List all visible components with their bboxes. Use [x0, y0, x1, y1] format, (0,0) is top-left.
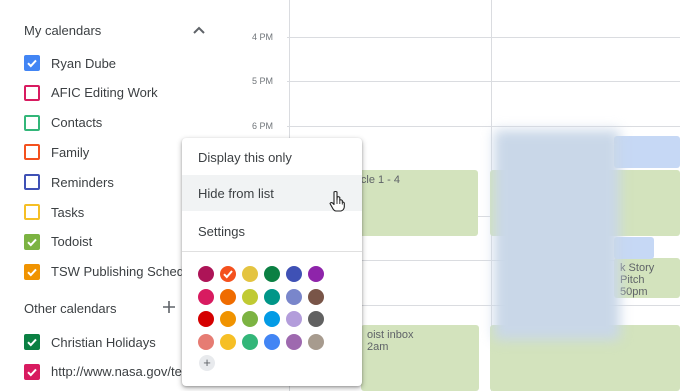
- calendar-label: Christian Holidays: [51, 334, 156, 350]
- color-swatch[interactable]: [220, 266, 236, 282]
- color-swatch[interactable]: [286, 333, 302, 350]
- calendar-label: http://www.nasa.gov/te: [51, 364, 182, 380]
- event-block[interactable]: [614, 136, 680, 168]
- my-calendars-header[interactable]: My calendars: [24, 23, 101, 38]
- event-block[interactable]: [614, 237, 654, 259]
- calendar-checkbox[interactable]: [24, 174, 40, 191]
- color-swatch[interactable]: [220, 311, 236, 327]
- time-label: 5 PM: [252, 76, 274, 86]
- calendar-label: TSW Publishing Schedu: [51, 264, 192, 280]
- color-swatch[interactable]: [264, 288, 280, 305]
- calendar-label: Contacts: [51, 115, 103, 131]
- color-swatch[interactable]: [264, 266, 280, 282]
- menu-divider: [182, 251, 362, 252]
- color-swatch[interactable]: [198, 311, 214, 327]
- color-swatch[interactable]: [308, 266, 324, 282]
- color-swatch[interactable]: [286, 288, 302, 305]
- color-swatch[interactable]: [308, 288, 324, 305]
- color-swatch[interactable]: [242, 266, 258, 282]
- calendar-label: Tasks: [51, 204, 85, 220]
- calendar-item[interactable]: Ryan Dube: [24, 52, 116, 74]
- calendar-label: AFIC Editing Work: [51, 85, 158, 101]
- event-time: 50pm: [620, 286, 648, 298]
- calendar-item[interactable]: Tasks: [24, 201, 84, 223]
- calendar-label: Family: [51, 144, 90, 160]
- calendar-item[interactable]: AFIC Editing Work: [24, 82, 158, 104]
- chevron-up-icon[interactable]: [190, 22, 208, 40]
- event-time: 2am: [367, 341, 389, 353]
- hand-pointer-icon: [329, 190, 345, 212]
- add-calendar-icon[interactable]: [160, 298, 178, 316]
- calendar-options-menu: Display this only Hide from list Setting…: [182, 138, 362, 386]
- blurred-region: [494, 130, 620, 340]
- color-swatch[interactable]: [198, 288, 214, 305]
- hour-line: [287, 126, 680, 127]
- color-swatch[interactable]: [308, 333, 324, 350]
- calendar-checkbox[interactable]: [24, 144, 40, 161]
- color-swatch[interactable]: [308, 311, 324, 327]
- calendar-checkbox[interactable]: [24, 233, 40, 250]
- color-swatch[interactable]: [220, 333, 236, 350]
- event-title: k Story Pitch: [620, 262, 655, 286]
- calendar-item[interactable]: Family: [24, 141, 89, 163]
- color-swatch[interactable]: [198, 266, 214, 282]
- color-swatch[interactable]: [242, 311, 258, 327]
- color-swatch[interactable]: [264, 333, 280, 350]
- calendar-checkbox[interactable]: [24, 84, 40, 101]
- calendar-label: Reminders: [51, 174, 114, 190]
- color-swatch[interactable]: [286, 311, 302, 327]
- calendar-item[interactable]: TSW Publishing Schedu: [24, 261, 191, 283]
- display-this-only-item[interactable]: Display this only: [182, 139, 362, 175]
- hour-line: [287, 81, 680, 82]
- calendar-label: Ryan Dube: [51, 55, 117, 71]
- calendar-checkbox[interactable]: [24, 204, 40, 220]
- add-custom-color-icon[interactable]: +: [199, 355, 215, 371]
- color-swatch[interactable]: [242, 333, 258, 350]
- calendar-item[interactable]: Todoist: [24, 231, 92, 253]
- settings-item[interactable]: Settings: [182, 213, 362, 249]
- event-title: oist inbox: [367, 329, 414, 341]
- calendar-checkbox[interactable]: [24, 55, 40, 71]
- time-label: 4 PM: [252, 32, 274, 42]
- color-swatch[interactable]: [198, 333, 214, 350]
- time-label: 6 PM: [252, 121, 274, 131]
- calendar-item[interactable]: Reminders: [24, 171, 114, 193]
- hour-line: [287, 37, 680, 38]
- color-swatch[interactable]: [286, 266, 302, 282]
- color-swatch[interactable]: [242, 288, 258, 305]
- calendar-checkbox[interactable]: [24, 114, 40, 131]
- calendar-item[interactable]: Christian Holidays: [24, 331, 156, 353]
- event-block[interactable]: oist inbox 2am: [361, 325, 479, 391]
- color-swatch[interactable]: [220, 288, 236, 305]
- calendar-item[interactable]: Contacts: [24, 112, 102, 134]
- calendar-checkbox[interactable]: [24, 363, 40, 380]
- event-block[interactable]: k Story Pitch 50pm: [614, 258, 680, 298]
- calendar-checkbox[interactable]: [24, 334, 40, 350]
- color-swatch[interactable]: [264, 311, 280, 327]
- other-calendars-header[interactable]: Other calendars: [24, 301, 117, 316]
- calendar-checkbox[interactable]: [24, 263, 40, 280]
- calendar-item[interactable]: http://www.nasa.gov/te: [24, 361, 182, 383]
- calendar-label: Todoist: [51, 234, 93, 250]
